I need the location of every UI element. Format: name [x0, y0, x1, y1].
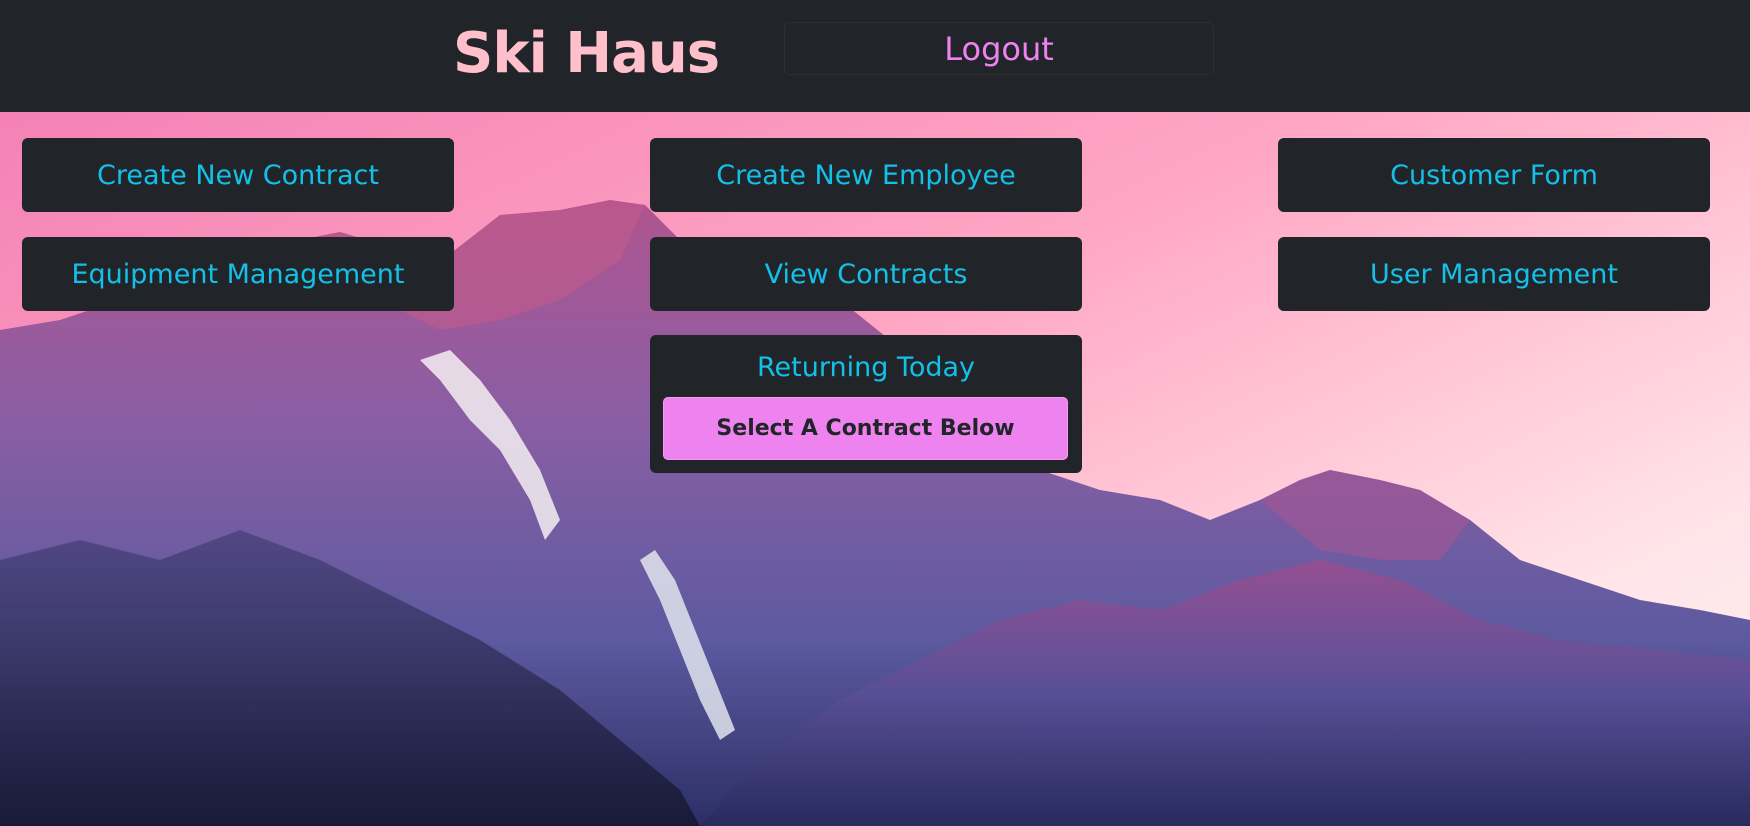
view-contracts-button[interactable]: View Contracts: [650, 237, 1082, 311]
create-new-contract-button[interactable]: Create New Contract: [22, 138, 454, 212]
returning-today-card: Returning Today Select A Contract Below: [650, 335, 1082, 473]
brand-title[interactable]: Ski Haus: [453, 14, 720, 94]
equipment-management-button[interactable]: Equipment Management: [22, 237, 454, 311]
create-new-employee-button[interactable]: Create New Employee: [650, 138, 1082, 212]
logout-button[interactable]: Logout: [784, 22, 1214, 75]
select-contract-button[interactable]: Select A Contract Below: [663, 397, 1068, 460]
navbar: Ski Haus Logout: [0, 0, 1750, 112]
returning-today-title: Returning Today: [756, 352, 976, 383]
user-management-button[interactable]: User Management: [1278, 237, 1710, 311]
page: Ski Haus Logout Create New Contract Crea…: [0, 0, 1750, 826]
customer-form-button[interactable]: Customer Form: [1278, 138, 1710, 212]
